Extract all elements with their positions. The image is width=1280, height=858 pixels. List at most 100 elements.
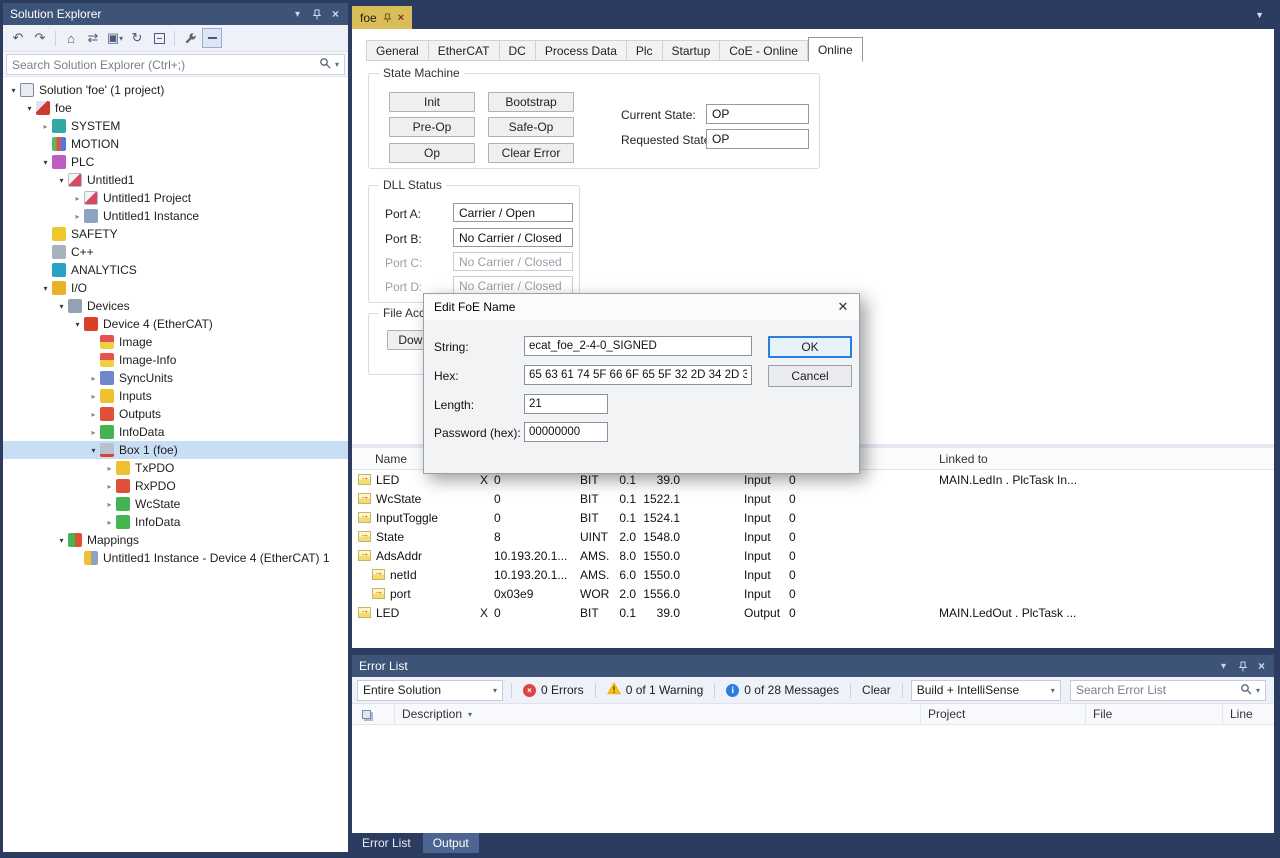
tab-general[interactable]: General: [366, 40, 429, 61]
tab-list-chevron-icon[interactable]: ▼: [1255, 10, 1264, 20]
tab-plc[interactable]: Plc: [627, 40, 663, 61]
close-icon[interactable]: ×: [1253, 658, 1270, 675]
table-row[interactable]: port 0x03e9 WORD 2.0 1556.0 Input 0: [352, 584, 1274, 603]
tree-item-untitled1-instance[interactable]: ▸Untitled1 Instance: [3, 207, 348, 225]
pre-op-button[interactable]: Pre-Op: [389, 117, 475, 137]
collapse-all-icon[interactable]: [149, 28, 169, 48]
close-icon[interactable]: ×: [327, 6, 344, 23]
search-options-chevron-icon[interactable]: ▾: [335, 60, 339, 69]
errors-filter-button[interactable]: × 0 Errors: [520, 683, 587, 697]
tab-close-icon[interactable]: ×: [398, 12, 404, 24]
messages-filter-button[interactable]: i 0 of 28 Messages: [723, 683, 842, 697]
expand-arrow-icon[interactable]: ▸: [87, 374, 100, 383]
tree-item-foe[interactable]: ▾foe: [3, 99, 348, 117]
expand-arrow-icon[interactable]: ▸: [103, 500, 116, 509]
tree-item-infodata[interactable]: ▸InfoData: [3, 423, 348, 441]
filter-chevron-icon[interactable]: ▾: [468, 710, 472, 719]
tree-item-motion[interactable]: ▸MOTION: [3, 135, 348, 153]
expand-arrow-icon[interactable]: ▾: [55, 176, 68, 185]
tree-item-cpp[interactable]: ▸C++: [3, 243, 348, 261]
tab-process-data[interactable]: Process Data: [536, 40, 627, 61]
expand-arrow-icon[interactable]: ▸: [87, 428, 100, 437]
table-row[interactable]: AdsAddr 10.193.20.1... AMS... 8.0 1550.0…: [352, 546, 1274, 565]
expand-arrow-icon[interactable]: ▾: [23, 104, 36, 113]
expand-arrow-icon[interactable]: ▸: [87, 392, 100, 401]
tree-item-untitled1-project[interactable]: ▸Untitled1 Project: [3, 189, 348, 207]
tree-item-system[interactable]: ▸SYSTEM: [3, 117, 348, 135]
tree-item-devices[interactable]: ▾Devices: [3, 297, 348, 315]
tree-item-safety[interactable]: ▸SAFETY: [3, 225, 348, 243]
tree-item-image-info[interactable]: ▸Image-Info: [3, 351, 348, 369]
bootstrap-button[interactable]: Bootstrap: [488, 92, 574, 112]
table-row[interactable]: State 8 UINT 2.0 1548.0 Input 0: [352, 527, 1274, 546]
tab-startup[interactable]: Startup: [663, 40, 721, 61]
expand-arrow-icon[interactable]: ▸: [39, 122, 52, 131]
expand-arrow-icon[interactable]: ▾: [39, 158, 52, 167]
expand-arrow-icon[interactable]: ▾: [55, 302, 68, 311]
scope-filter-dropdown[interactable]: Entire Solution▾: [357, 680, 503, 701]
pin-icon[interactable]: [1234, 658, 1251, 675]
tree-item-mapping-instance[interactable]: ▸Untitled1 Instance - Device 4 (EtherCAT…: [3, 549, 348, 567]
expand-arrow-icon[interactable]: ▾: [71, 320, 84, 329]
pin-icon[interactable]: [308, 6, 325, 23]
expand-arrow-icon[interactable]: ▸: [87, 410, 100, 419]
tree-item-untitled1[interactable]: ▾Untitled1: [3, 171, 348, 189]
document-tab-foe[interactable]: foe ×: [352, 6, 412, 29]
tree-item-analytics[interactable]: ▸ANALYTICS: [3, 261, 348, 279]
password-field[interactable]: [524, 422, 608, 442]
tree-item-txpdo[interactable]: ▸TxPDO: [3, 459, 348, 477]
dialog-titlebar[interactable]: Edit FoE Name ✕: [424, 294, 859, 320]
refresh-icon[interactable]: ↻: [127, 28, 147, 48]
sync-with-active-document-icon[interactable]: ⇄: [83, 28, 103, 48]
tree-item-mappings[interactable]: ▾Mappings: [3, 531, 348, 549]
window-menu-icon[interactable]: ▾: [289, 6, 306, 23]
expand-arrow-icon[interactable]: ▸: [103, 518, 116, 527]
output-tab[interactable]: Output: [423, 833, 479, 853]
warnings-filter-button[interactable]: 0 of 1 Warning: [604, 682, 707, 698]
pin-icon[interactable]: [383, 13, 392, 23]
tab-online[interactable]: Online: [808, 37, 863, 62]
tree-item-io[interactable]: ▾I/O: [3, 279, 348, 297]
tab-dc[interactable]: DC: [500, 40, 536, 61]
table-row[interactable]: InputToggle 0 BIT 0.1 1524.1 Input 0: [352, 508, 1274, 527]
hex-field[interactable]: [524, 365, 752, 385]
tree-item-image[interactable]: ▸Image: [3, 333, 348, 351]
expand-arrow-icon[interactable]: ▸: [71, 194, 84, 203]
op-button[interactable]: Op: [389, 143, 475, 163]
filter-dropdown-icon[interactable]: ▣▾: [105, 28, 125, 48]
build-intellisense-dropdown[interactable]: Build + IntelliSense▾: [911, 680, 1061, 701]
expand-arrow-icon[interactable]: ▾: [87, 446, 100, 455]
expand-arrow-icon[interactable]: ▾: [55, 536, 68, 545]
clear-button[interactable]: Clear: [859, 683, 894, 697]
forward-icon[interactable]: ↷: [30, 28, 50, 48]
tab-ethercat[interactable]: EtherCAT: [429, 40, 500, 61]
tree-item-plc[interactable]: ▾PLC: [3, 153, 348, 171]
length-field[interactable]: [524, 394, 608, 414]
properties-icon[interactable]: [180, 28, 200, 48]
tree-item-inputs[interactable]: ▸Inputs: [3, 387, 348, 405]
table-row[interactable]: WcState 0 BIT 0.1 1522.1 Input 0: [352, 489, 1274, 508]
severity-column[interactable]: [352, 704, 394, 724]
string-field[interactable]: [524, 336, 752, 356]
tree-item-outputs[interactable]: ▸Outputs: [3, 405, 348, 423]
tree-item-rxpdo[interactable]: ▸RxPDO: [3, 477, 348, 495]
tree-item-infodata2[interactable]: ▸InfoData: [3, 513, 348, 531]
preview-selected-items-toggle[interactable]: [202, 28, 222, 48]
solution-explorer-titlebar[interactable]: Solution Explorer ▾ ×: [3, 3, 348, 25]
tree-item-solution[interactable]: ▾Solution 'foe' (1 project): [3, 81, 348, 99]
window-menu-icon[interactable]: ▾: [1215, 658, 1232, 675]
clear-error-button[interactable]: Clear Error: [488, 143, 574, 163]
cancel-button[interactable]: Cancel: [768, 365, 852, 387]
column-file[interactable]: File: [1085, 704, 1222, 724]
error-list-titlebar[interactable]: Error List ▾ ×: [352, 655, 1274, 677]
search-options-chevron-icon[interactable]: ▾: [1256, 686, 1260, 695]
tree-item-device4[interactable]: ▾Device 4 (EtherCAT): [3, 315, 348, 333]
tree-item-syncunits[interactable]: ▸SyncUnits: [3, 369, 348, 387]
safe-op-button[interactable]: Safe-Op: [488, 117, 574, 137]
tree-item-wcstate[interactable]: ▸WcState: [3, 495, 348, 513]
expand-arrow-icon[interactable]: ▾: [7, 86, 20, 95]
ok-button[interactable]: OK: [768, 336, 852, 358]
search-icon[interactable]: [1240, 683, 1252, 698]
init-button[interactable]: Init: [389, 92, 475, 112]
column-line[interactable]: Line: [1222, 704, 1274, 724]
